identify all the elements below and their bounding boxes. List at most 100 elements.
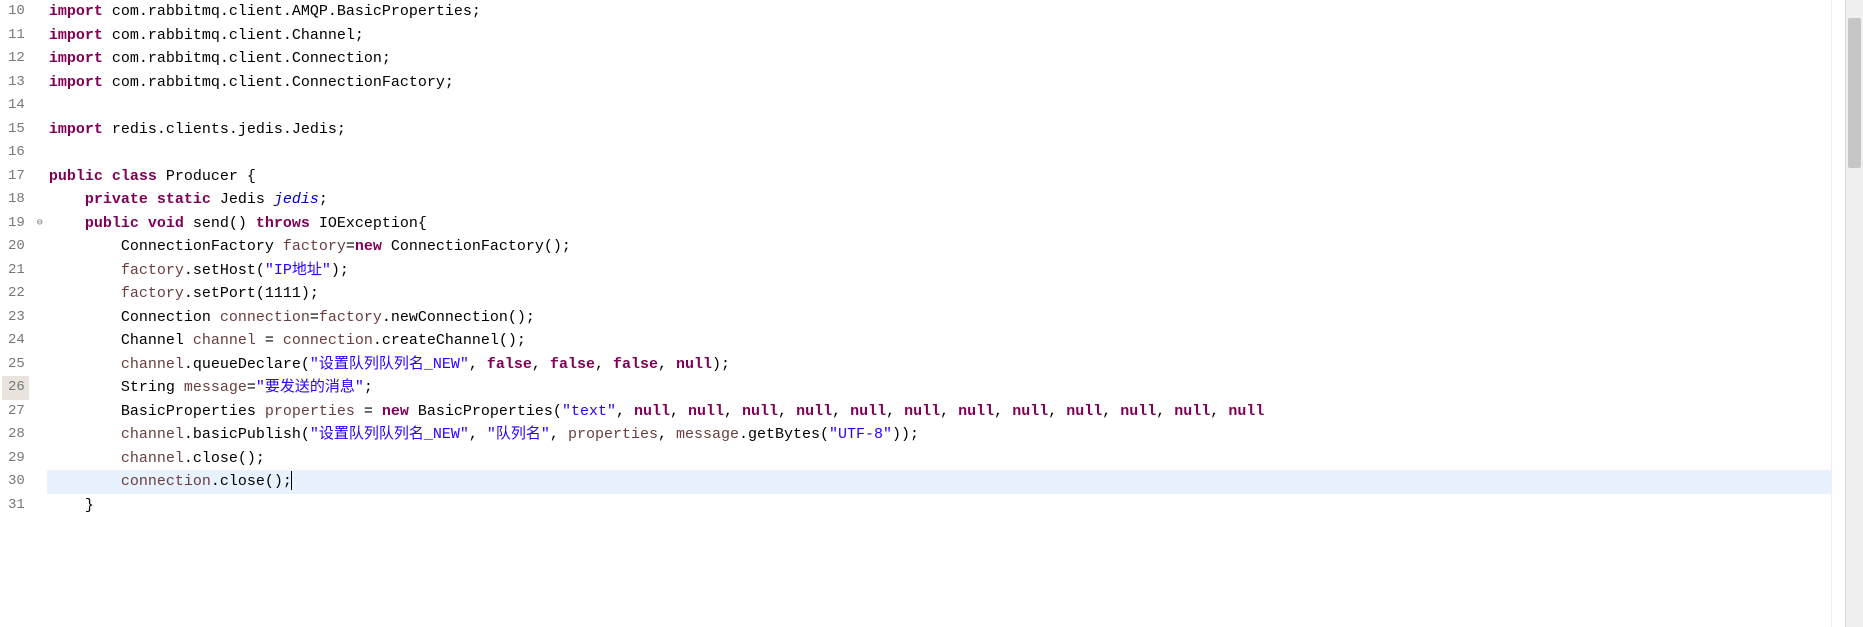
token-str: "设置队列队列名_NEW" <box>310 356 469 373</box>
line-number[interactable]: 28 <box>2 423 29 447</box>
token-plain: .setHost( <box>184 262 265 279</box>
token-plain: , <box>1156 403 1174 420</box>
token-plain: Channel <box>49 332 193 349</box>
fold-toggle <box>33 94 47 118</box>
line-number-gutter[interactable]: 1011121314151617181920212223242526272829… <box>2 0 33 627</box>
code-line[interactable]: Connection connection=factory.newConnect… <box>47 306 1863 330</box>
overview-ruler[interactable] <box>1831 0 1846 627</box>
token-ident: factory <box>283 238 346 255</box>
code-line[interactable]: channel.basicPublish("设置队列队列名_NEW", "队列名… <box>47 423 1863 447</box>
token-ident: message <box>676 426 739 443</box>
token-plain: , <box>724 403 742 420</box>
fold-toggle <box>33 282 47 306</box>
text-caret <box>291 471 292 490</box>
fold-toggle <box>33 259 47 283</box>
code-line[interactable]: factory.setPort(1111); <box>47 282 1863 306</box>
fold-toggle <box>33 423 47 447</box>
token-plain: .getBytes( <box>739 426 829 443</box>
line-number[interactable]: 24 <box>2 329 29 353</box>
token-plain: = <box>247 379 256 396</box>
code-line[interactable] <box>47 94 1863 118</box>
line-number[interactable]: 26 <box>2 376 29 400</box>
line-number[interactable]: 27 <box>2 400 29 424</box>
code-line[interactable] <box>47 141 1863 165</box>
token-plain: , <box>778 403 796 420</box>
token-plain: , <box>616 403 634 420</box>
token-str: "IP地址" <box>265 262 331 279</box>
token-plain <box>49 426 121 443</box>
fold-toggle <box>33 47 47 71</box>
token-str: "队列名" <box>487 426 550 443</box>
code-line[interactable]: import com.rabbitmq.client.Connection; <box>47 47 1863 71</box>
code-line[interactable]: String message="要发送的消息"; <box>47 376 1863 400</box>
token-plain: , <box>994 403 1012 420</box>
line-number[interactable]: 30 <box>2 470 29 494</box>
line-number[interactable]: 29 <box>2 447 29 471</box>
code-line[interactable]: Channel channel = connection.createChann… <box>47 329 1863 353</box>
token-plain: = <box>355 403 382 420</box>
token-plain: , <box>1048 403 1066 420</box>
line-number[interactable]: 20 <box>2 235 29 259</box>
token-plain: .setPort(1111); <box>184 285 319 302</box>
line-number[interactable]: 23 <box>2 306 29 330</box>
scrollbar-thumb[interactable] <box>1848 18 1861 168</box>
token-plain: , <box>550 426 568 443</box>
token-kw: void <box>148 215 184 232</box>
token-plain: ConnectionFactory(); <box>382 238 571 255</box>
code-area[interactable]: import com.rabbitmq.client.AMQP.BasicPro… <box>47 0 1863 627</box>
code-line[interactable]: BasicProperties properties = new BasicPr… <box>47 400 1863 424</box>
line-number[interactable]: 19 <box>2 212 29 236</box>
code-line[interactable]: import com.rabbitmq.client.ConnectionFac… <box>47 71 1863 95</box>
token-plain: } <box>49 497 94 514</box>
vertical-scrollbar[interactable] <box>1845 0 1863 627</box>
token-kw: null <box>904 403 940 420</box>
code-editor[interactable]: 1011121314151617181920212223242526272829… <box>0 0 1863 627</box>
token-plain: , <box>469 356 487 373</box>
code-line[interactable]: import com.rabbitmq.client.Channel; <box>47 24 1863 48</box>
token-str: "UTF-8" <box>829 426 892 443</box>
line-number[interactable]: 16 <box>2 141 29 165</box>
line-number[interactable]: 15 <box>2 118 29 142</box>
line-number[interactable]: 10 <box>2 0 29 24</box>
code-line[interactable]: import redis.clients.jedis.Jedis; <box>47 118 1863 142</box>
token-plain: BasicProperties <box>49 403 265 420</box>
code-line[interactable]: channel.queueDeclare("设置队列队列名_NEW", fals… <box>47 353 1863 377</box>
line-number[interactable]: 18 <box>2 188 29 212</box>
code-line[interactable]: import com.rabbitmq.client.AMQP.BasicPro… <box>47 0 1863 24</box>
fold-toggle <box>33 118 47 142</box>
line-number[interactable]: 17 <box>2 165 29 189</box>
token-plain <box>103 168 112 185</box>
line-number[interactable]: 31 <box>2 494 29 518</box>
line-number[interactable]: 25 <box>2 353 29 377</box>
line-number[interactable]: 14 <box>2 94 29 118</box>
fold-toggle <box>33 165 47 189</box>
fold-toggle[interactable]: ⊖ <box>33 212 47 236</box>
fold-column[interactable]: ⊖ <box>33 0 47 627</box>
token-plain: BasicProperties( <box>409 403 562 420</box>
line-number[interactable]: 21 <box>2 259 29 283</box>
fold-toggle <box>33 494 47 518</box>
code-line[interactable]: } <box>47 494 1863 518</box>
fold-toggle <box>33 470 47 494</box>
code-line[interactable]: ConnectionFactory factory=new Connection… <box>47 235 1863 259</box>
code-line[interactable]: channel.close(); <box>47 447 1863 471</box>
token-plain: com.rabbitmq.client.ConnectionFactory; <box>103 74 454 91</box>
code-line[interactable]: connection.close(); <box>47 470 1863 494</box>
line-number[interactable]: 12 <box>2 47 29 71</box>
token-ident: channel <box>121 426 184 443</box>
token-kw: false <box>550 356 595 373</box>
token-plain: = <box>256 332 283 349</box>
line-number[interactable]: 11 <box>2 24 29 48</box>
line-number[interactable]: 13 <box>2 71 29 95</box>
token-plain: , <box>670 403 688 420</box>
line-number[interactable]: 22 <box>2 282 29 306</box>
code-line[interactable]: private static Jedis jedis; <box>47 188 1863 212</box>
token-kw: null <box>1066 403 1102 420</box>
token-plain: , <box>532 356 550 373</box>
token-kw: import <box>49 3 103 20</box>
code-line[interactable]: public void send() throws IOException{ <box>47 212 1863 236</box>
code-line[interactable]: public class Producer { <box>47 165 1863 189</box>
token-plain: , <box>469 426 487 443</box>
token-plain <box>49 356 121 373</box>
code-line[interactable]: factory.setHost("IP地址"); <box>47 259 1863 283</box>
